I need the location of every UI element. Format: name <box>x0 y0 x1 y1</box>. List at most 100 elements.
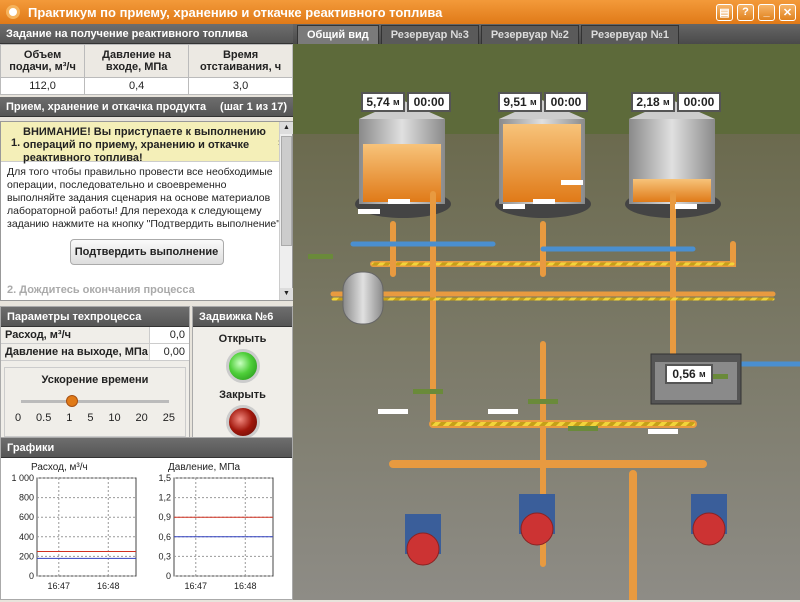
window-title: Практикум по приему, хранению и откачке … <box>28 4 443 20</box>
scroll-down-icon[interactable]: ▼ <box>280 288 293 300</box>
tab-tank-1[interactable]: Резервуар №1 <box>580 25 679 44</box>
chart-0-frame <box>36 477 137 577</box>
confirm-button[interactable]: Подтвердить выполнение <box>69 239 224 265</box>
speed-slider-knob[interactable] <box>65 395 78 407</box>
right-panel: Общий вид Резервуар №3 Резервуар №2 Резе… <box>293 24 800 600</box>
chart-0-ytick: 600 <box>19 512 34 522</box>
steps-panel: 1. ВНИМАНИЕ! Вы приступаете к выполнению… <box>0 121 293 301</box>
task-col-volume: Объем подачи, м³/ч <box>0 44 86 78</box>
scroll-thumb[interactable] <box>281 136 292 246</box>
open-button[interactable] <box>225 349 260 383</box>
left-panel: Задание на получение реактивного топлива… <box>0 24 293 600</box>
task-val-volume: 112,0 <box>0 77 86 95</box>
speed-ticks: 0 0.5 1 5 10 20 25 <box>15 412 175 424</box>
tank-3-level-unit: м <box>393 97 400 107</box>
tank-3-level: 5,74 м <box>361 92 405 112</box>
view-tabs: Общий вид Резервуар №3 Резервуар №2 Резе… <box>293 24 800 44</box>
minimize-button[interactable]: _ <box>758 3 775 21</box>
tank-2-level-unit: м <box>530 97 537 107</box>
chart-0-ytick: 200 <box>19 551 34 561</box>
tank-1-level: 2,18 м <box>631 92 675 112</box>
chart-1-frame <box>173 477 274 577</box>
app-logo-icon <box>6 5 20 19</box>
charts-svg: Расход, м³/ч 0 200 400 600 800 1 000 16:47 16:48… <box>11 462 274 591</box>
flow-value: 0,0 <box>149 327 189 343</box>
flow-row: Расход, м³/ч 0,0 <box>1 327 189 344</box>
task-table: Объем подачи, м³/ч Давление на входе, МП… <box>0 44 293 95</box>
step-2-number: 2. <box>7 284 17 296</box>
speed-tick-4[interactable]: 10 <box>108 412 120 424</box>
charts-panel: Графики Расход, м³/ч 0 200 400 600 800 1 000 16… <box>0 437 293 600</box>
pump-2[interactable] <box>519 494 555 546</box>
task-header: Задание на получение реактивного топлива <box>0 24 293 44</box>
chart-1-ytick: 1,2 <box>158 493 171 503</box>
open-label: Открыть <box>218 333 267 345</box>
chart-1-ytick: 0 <box>166 571 171 581</box>
tank-3-level-value: 5,74 <box>366 95 390 109</box>
step-1-text: ВНИМАНИЕ! Вы приступаете к выполнению оп… <box>23 126 266 164</box>
speed-tick-6[interactable]: 25 <box>163 412 175 424</box>
separator-vessel[interactable] <box>342 271 384 325</box>
plant-diagram <box>293 44 800 600</box>
chart-0-ytick: 800 <box>19 493 34 503</box>
steps-scrollbar[interactable]: ▲ ▼ <box>279 122 293 300</box>
sump-level: 0,56 м <box>665 364 713 384</box>
step-2[interactable]: 2. Дождитесь окончания процесса « <box>1 280 285 300</box>
chart-1-title: Давление, МПа <box>168 462 241 473</box>
speed-tick-1[interactable]: 0.5 <box>36 412 51 424</box>
charts-header: Графики <box>1 438 292 458</box>
sump-level-unit: м <box>699 369 706 379</box>
speed-slider-track[interactable] <box>21 400 169 403</box>
params-header: Параметры техпроцесса <box>1 307 189 327</box>
task-col-time: Время отстаивания, ч <box>188 44 293 78</box>
help-icon[interactable]: ▤ <box>716 3 733 21</box>
pump-1[interactable] <box>405 514 441 566</box>
pressure-row: Давление на выходе, МПа 0,00 <box>1 344 189 361</box>
tab-overview[interactable]: Общий вид <box>297 25 379 44</box>
scroll-up-icon[interactable]: ▲ <box>280 122 293 134</box>
speed-tick-5[interactable]: 20 <box>136 412 148 424</box>
tank-3-time: 00:00 <box>407 92 451 112</box>
pressure-value: 0,00 <box>149 344 189 360</box>
tab-tank-3[interactable]: Резервуар №3 <box>380 25 479 44</box>
step-instruction: Для того чтобы правильно провести все не… <box>7 166 283 230</box>
close-button[interactable]: ✕ <box>779 3 796 21</box>
chart-0-title: Расход, м³/ч <box>31 462 88 473</box>
pump-3[interactable] <box>691 494 727 546</box>
tank-2-level-value: 9,51 <box>503 95 527 109</box>
steps-title: Прием, хранение и откачка продукта <box>6 100 207 113</box>
chart-0-xtick: 16:48 <box>97 581 120 591</box>
chart-0-ytick: 400 <box>19 532 34 542</box>
task-val-time: 3,0 <box>188 77 293 95</box>
sump-level-value: 0,56 <box>672 367 696 381</box>
close-label: Закрыть <box>219 389 266 401</box>
step-1-number: 1. <box>11 137 21 149</box>
speed-tick-2[interactable]: 1 <box>66 412 72 424</box>
speed-tick-0[interactable]: 0 <box>15 412 21 424</box>
chart-1-ytick: 0,6 <box>158 532 171 542</box>
chart-1-xtick: 16:47 <box>185 581 208 591</box>
steps-counter: (шаг 1 из 17) <box>220 100 287 113</box>
tank-1-time: 00:00 <box>677 92 721 112</box>
chart-0-ytick: 0 <box>29 571 34 581</box>
info-icon[interactable]: ? <box>737 3 754 21</box>
process-params-panel: Параметры техпроцесса Расход, м³/ч 0,0 Д… <box>0 306 190 456</box>
title-bar: Практикум по приему, хранению и откачке … <box>0 0 800 24</box>
step-2-text: Дождитесь окончания процесса <box>19 284 195 296</box>
chart-1-ytick: 0,3 <box>158 551 171 561</box>
chart-1-ytick: 0,9 <box>158 512 171 522</box>
pressure-label: Давление на выходе, МПа <box>5 346 148 358</box>
tank-1-level-unit: м <box>663 97 670 107</box>
close-valve-button[interactable] <box>225 405 260 439</box>
tank-2-time: 00:00 <box>544 92 588 112</box>
time-acceleration: Ускорение времени 0 0.5 1 5 10 20 25 <box>4 367 186 437</box>
speed-tick-3[interactable]: 5 <box>87 412 93 424</box>
speed-label: Ускорение времени <box>41 374 149 386</box>
tab-tank-2[interactable]: Резервуар №2 <box>480 25 579 44</box>
valve-header: Задвижка №6 <box>193 307 292 327</box>
tank-2-level: 9,51 м <box>498 92 542 112</box>
chart-0-xtick: 16:47 <box>48 581 71 591</box>
step-1[interactable]: 1. ВНИМАНИЕ! Вы приступаете к выполнению… <box>1 122 292 164</box>
valve-panel: Задвижка №6 Открыть Закрыть <box>192 306 293 456</box>
tank-1-level-value: 2,18 <box>636 95 660 109</box>
